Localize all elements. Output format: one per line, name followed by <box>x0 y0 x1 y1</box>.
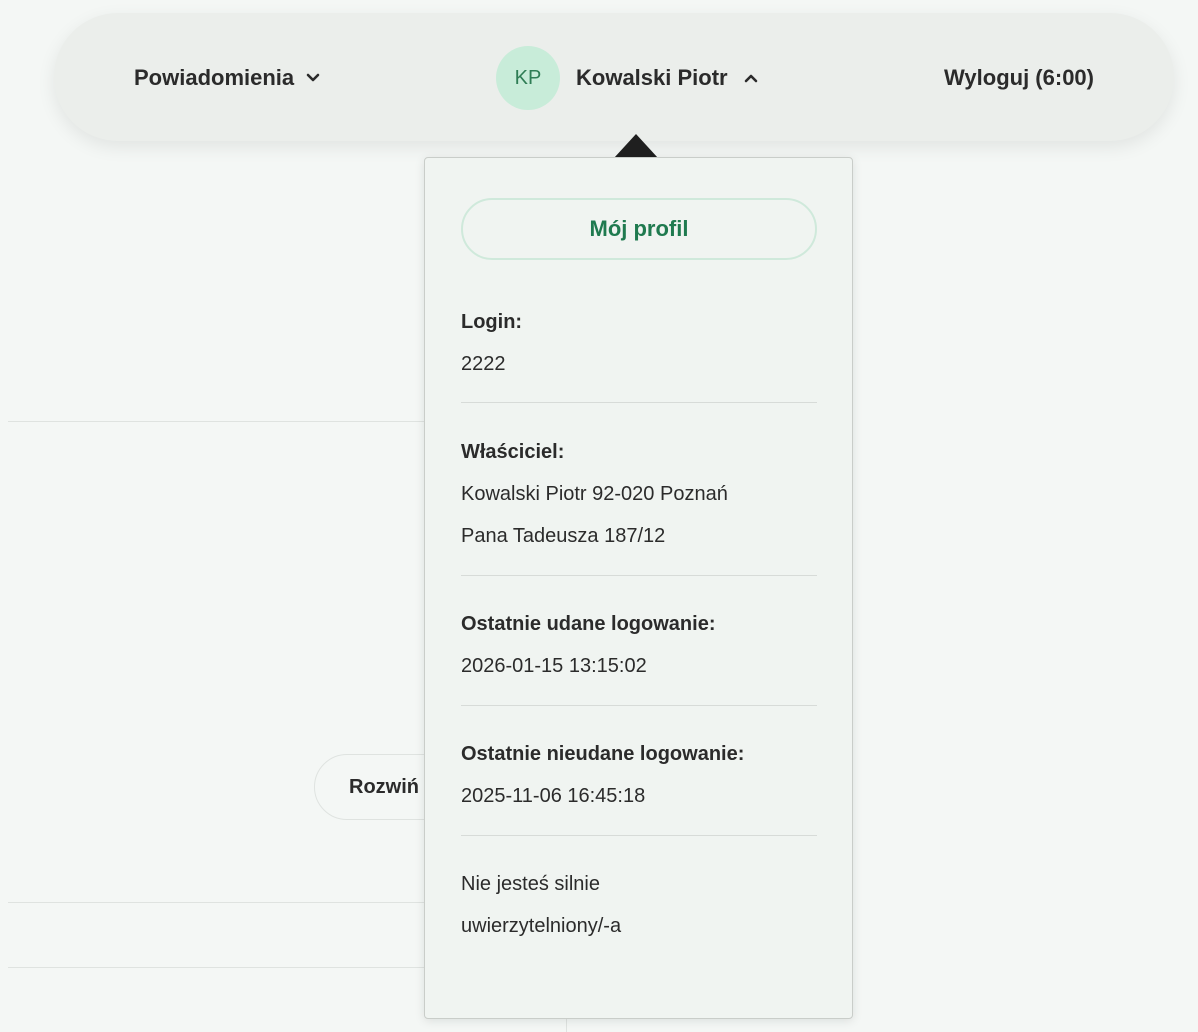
owner-label: Właściciel: <box>461 441 565 463</box>
last-successful-login: Ostatnie udane logowanie: 2026-01-15 13:… <box>461 603 816 687</box>
login-value: 2222 <box>461 353 506 375</box>
owner-info: Właściciel: Kowalski Piotr 92-020 Poznań… <box>461 431 816 557</box>
logout-button[interactable]: Wyloguj (6:00) <box>944 65 1094 91</box>
auth-status-line-2: uwierzytelniony/-a <box>461 915 622 937</box>
my-profile-button[interactable]: Mój profil <box>461 198 817 260</box>
last-failed-label: Ostatnie nieudane logowanie: <box>461 743 745 765</box>
notifications-menu[interactable]: Powiadomienia <box>134 65 320 91</box>
owner-line-2: Pana Tadeusza 187/12 <box>461 525 666 547</box>
divider <box>461 575 817 576</box>
user-menu-toggle[interactable]: KP Kowalski Piotr <box>496 46 758 110</box>
chevron-up-icon <box>744 74 757 83</box>
chevron-down-icon <box>306 73 320 82</box>
expand-button-label: Rozwiń <box>349 775 419 798</box>
divider <box>461 835 817 836</box>
divider <box>8 902 468 903</box>
profile-dropdown: Mój profil Login: 2222 Właściciel: Kowal… <box>424 157 853 1019</box>
owner-line-1: Kowalski Piotr 92-020 Poznań <box>461 483 728 505</box>
login-info: Login: 2222 <box>461 301 816 385</box>
divider <box>8 421 468 422</box>
divider <box>461 705 817 706</box>
avatar-initials: KP <box>514 66 542 89</box>
last-success-value: 2026-01-15 13:15:02 <box>461 655 647 677</box>
divider <box>461 402 817 403</box>
user-name: Kowalski Piotr <box>576 65 728 90</box>
last-failed-login: Ostatnie nieudane logowanie: 2025-11-06 … <box>461 733 816 817</box>
login-label: Login: <box>461 311 523 333</box>
notifications-label: Powiadomienia <box>134 65 295 90</box>
page: Rozwiń Powiadomienia KP Kowalski Piotr W… <box>0 0 1198 1032</box>
last-success-label: Ostatnie udane logowanie: <box>461 613 716 635</box>
avatar: KP <box>496 46 560 110</box>
auth-status-line-1: Nie jesteś silnie <box>461 873 600 895</box>
top-bar: Powiadomienia KP Kowalski Piotr Wyloguj … <box>54 13 1174 141</box>
last-failed-value: 2025-11-06 16:45:18 <box>461 785 646 807</box>
authentication-status: Nie jesteś silnie uwierzytelniony/-a <box>461 863 816 947</box>
dropdown-caret <box>614 134 658 158</box>
